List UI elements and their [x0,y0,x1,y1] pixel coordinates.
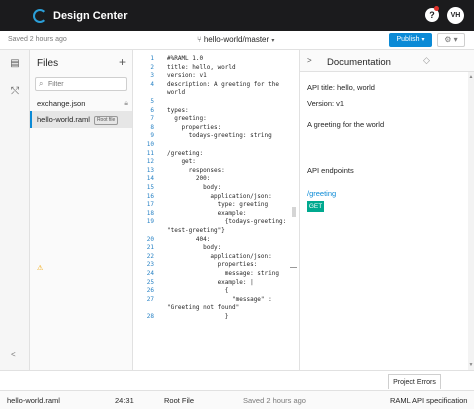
code-text: body: [167,184,222,191]
notification-dot-icon [434,6,439,11]
api-description: A greeting for the world [307,120,385,129]
code-text: 404: [167,235,211,243]
chevron-down-icon: ▾ [271,38,275,44]
file-item-hello-world-raml[interactable]: hello-world.raml Root file [30,111,132,128]
code-text: application/json: [167,252,272,260]
app-title: Design Center [53,9,128,22]
documentation-title: Documentation [327,57,391,68]
scroll-down-icon[interactable]: ▼ [468,362,474,368]
branch-name: hello-world/master [203,35,270,44]
code-text: greeting: [167,115,207,123]
file-item-exchange-json[interactable]: exchange.json 🔒︎ [30,95,132,112]
code-text: #%RAML 1.0 [167,55,204,62]
collapse-arrow-icon[interactable]: < [11,350,16,359]
endpoints-heading: API endpoints [307,166,354,175]
code-text: responses: [167,166,225,174]
user-avatar[interactable]: VH [447,7,464,24]
code-text: example: [167,209,247,217]
status-saved: Saved 2 hours ago [243,396,306,405]
code-editor[interactable]: 1 #%RAML 1.0 2 title: hello, world 3 version:… [133,50,298,370]
code-text: types: [167,106,189,114]
code-text: {todays-greeting: [167,218,287,226]
status-language: RAML [390,396,411,405]
files-panel-icon[interactable]: ▤ [9,58,21,70]
code-text: "message" : [167,295,272,303]
saved-status: Saved 2 hours ago [8,36,67,43]
code-text: world [167,89,186,97]
warning-icon[interactable]: ⚠︎ [37,264,43,272]
bottom-panel-tabs: Project Errors [0,370,474,390]
filter-input[interactable] [48,79,124,90]
branch-selector[interactable]: ⑂ hello-world/master ▾ [197,35,274,44]
file-name: hello-world.raml [37,115,90,124]
design-center-logo-icon [33,8,47,23]
code-text: description: A greeting for the [167,80,279,88]
scrollbar-thumb[interactable] [292,207,296,217]
docs-scrollbar[interactable]: ▲ ▼ [468,72,474,370]
search-icon: ⌕ [39,79,44,88]
project-errors-tab[interactable]: Project Errors [388,374,441,389]
files-panel: Files + ⌕ exchange.json 🔒︎ hello-world.r… [30,50,133,370]
code-line[interactable]: 28 } [133,312,229,321]
files-title: Files [37,58,59,69]
status-file-type: Root File [164,396,195,405]
documentation-header: > Documentation ◇ [300,50,474,72]
code-text: "Greeting not found" [167,304,240,312]
project-header: Saved 2 hours ago ⑂ hello-world/master ▾ … [0,31,474,50]
endpoint-link[interactable]: /greeting [307,189,336,198]
code-text: message: string [167,270,279,277]
status-cursor-position: 24:31 [115,396,134,405]
documentation-panel: > Documentation ◇ API title: hello, worl… [299,50,474,370]
line-number: 28 [146,313,154,320]
editor-scrollbar[interactable] [292,50,296,370]
branch-icon: ⑂ [197,35,202,44]
left-rail: ▤ ⤲ < [0,50,30,370]
cursor-marker [290,267,297,268]
api-title: API title: hello, world [307,83,375,92]
code-text: "test-greeting"} [167,227,225,234]
scroll-up-icon[interactable]: ▲ [468,74,474,80]
code-text: { [167,287,229,295]
code-text: title: hello, world [167,63,236,71]
code-text: type: greeting [167,201,269,209]
code-text: properties: [167,261,258,269]
code-text: todays-greeting: string [167,132,272,140]
code-text: body: [167,244,222,252]
lock-icon: 🔒︎ [124,100,128,107]
api-version: Version: v1 [307,99,345,108]
publish-label: Publish [396,36,420,43]
settings-dropdown-button[interactable]: ⚙ ▾ [437,33,465,47]
status-file-name: hello-world.raml [7,396,60,405]
status-spec-type: API specification [412,396,468,405]
code-text: 200: [167,175,211,183]
collapse-docs-icon[interactable]: > [307,56,312,65]
code-text: version: v1 [167,72,207,80]
shield-icon[interactable]: ◇ [423,55,430,66]
get-method-badge[interactable]: GET [307,201,324,212]
caret-down-icon: ▾ [421,37,425,43]
top-bar: Design Center [0,0,474,31]
file-name: exchange.json [37,99,86,108]
publish-button[interactable]: Publish ▾ [389,33,432,47]
filter-field: ⌕ [35,77,127,91]
code-text: /greeting: [167,149,204,157]
add-file-icon[interactable]: + [119,55,126,69]
status-bar: hello-world.raml 24:31 Root File Saved 2… [0,390,474,409]
code-text: example: | [167,278,254,286]
code-text: } [167,313,229,320]
code-text: get: [167,158,196,166]
code-text: application/json: [167,192,272,200]
code-text: properties: [167,123,222,131]
root-file-badge: Root file [93,115,119,125]
dependencies-icon[interactable]: ⤲ [9,86,21,98]
